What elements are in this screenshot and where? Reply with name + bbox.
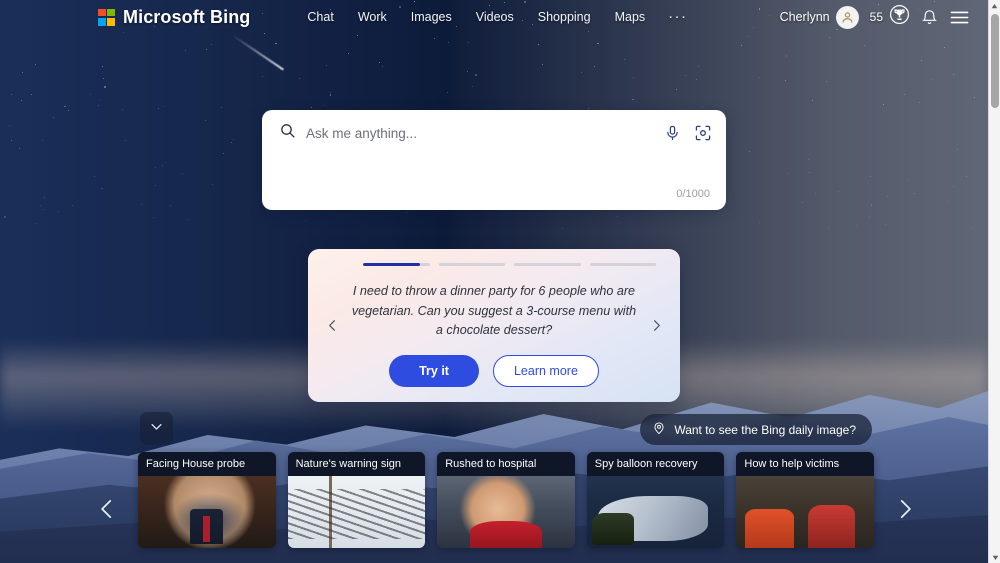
carousel-next-button[interactable] — [644, 314, 668, 338]
bing-logo-link[interactable]: Microsoft Bing — [98, 7, 250, 28]
news-card-thumbnail — [437, 476, 575, 548]
nav-item-chat[interactable]: Chat — [306, 7, 334, 27]
notifications-button[interactable] — [921, 9, 938, 26]
news-card-title: Spy balloon recovery — [586, 452, 725, 476]
carousel-prev-button[interactable] — [320, 314, 344, 338]
main-navigation: Chat Work Images Videos Shopping Maps ··… — [306, 7, 687, 27]
progress-segment-1[interactable] — [363, 263, 430, 266]
nav-item-images[interactable]: Images — [410, 7, 453, 27]
news-card-title: How to help victims — [736, 452, 874, 476]
try-it-button[interactable]: Try it — [389, 354, 479, 387]
news-card[interactable]: Rushed to hospital — [437, 452, 575, 548]
account-name: Cherlynn — [779, 10, 830, 24]
suggestion-carousel: I need to throw a dinner party for 6 peo… — [308, 249, 680, 402]
news-card[interactable]: How to help victims — [736, 452, 874, 548]
news-carousel: Facing House probe Nature's warning sign… — [138, 452, 874, 548]
nav-item-shopping[interactable]: Shopping — [537, 7, 592, 27]
scroll-up-arrow-icon[interactable] — [989, 0, 1000, 12]
search-icon — [279, 122, 296, 144]
progress-segment-3[interactable] — [514, 263, 581, 266]
chevron-down-icon — [149, 419, 164, 439]
news-card-title: Rushed to hospital — [437, 452, 575, 476]
nav-item-videos[interactable]: Videos — [475, 7, 515, 27]
trophy-icon — [889, 4, 910, 30]
daily-image-button[interactable]: Want to see the Bing daily image? — [640, 414, 872, 445]
nav-item-maps[interactable]: Maps — [614, 7, 647, 27]
news-card-thumbnail — [287, 476, 426, 548]
suggestion-buttons: Try it Learn more — [308, 354, 680, 387]
news-card-title: Nature's warning sign — [287, 452, 426, 476]
scroll-down-arrow-icon[interactable] — [989, 551, 1000, 563]
brand-title: Microsoft Bing — [123, 6, 251, 27]
location-pin-icon — [652, 421, 666, 438]
nav-item-work[interactable]: Work — [357, 7, 388, 27]
news-next-button[interactable] — [888, 492, 922, 526]
news-card-thumbnail — [586, 476, 725, 548]
microsoft-logo-icon — [98, 8, 115, 26]
scrollbar-thumb[interactable] — [991, 14, 999, 108]
daily-image-label: Want to see the Bing daily image? — [674, 422, 856, 437]
news-card-title: Facing House probe — [138, 452, 276, 476]
visual-search-icon[interactable] — [694, 124, 712, 142]
search-input[interactable] — [306, 125, 664, 141]
search-action-icons — [664, 124, 712, 142]
progress-segment-4[interactable] — [589, 263, 656, 266]
search-box: 0/1000 — [262, 110, 726, 210]
vertical-scrollbar[interactable] — [988, 0, 1000, 563]
rewards-points: 55 — [869, 10, 883, 24]
news-card[interactable]: Nature's warning sign — [287, 452, 426, 548]
news-card-thumbnail — [138, 476, 276, 548]
hamburger-menu-icon[interactable] — [949, 9, 970, 26]
character-counter: 0/1000 — [676, 188, 710, 200]
search-row — [263, 111, 725, 155]
progress-segment-2[interactable] — [438, 263, 505, 266]
learn-more-button[interactable]: Learn more — [492, 354, 599, 387]
carousel-progress — [363, 263, 656, 266]
suggestion-prompt-text: I need to throw a dinner party for 6 peo… — [351, 284, 637, 338]
account-button[interactable]: Cherlynn — [779, 5, 859, 29]
site-header: Microsoft Bing Chat Work Images Videos S… — [0, 0, 988, 34]
header-actions: Cherlynn 55 — [780, 4, 970, 30]
user-avatar-icon — [835, 5, 859, 29]
nav-more-icon[interactable]: ··· — [668, 9, 687, 24]
news-card[interactable]: Spy balloon recovery — [586, 452, 725, 548]
news-card-thumbnail — [736, 476, 874, 548]
news-card[interactable]: Facing House probe — [138, 452, 276, 548]
news-prev-button[interactable] — [90, 492, 124, 526]
bing-homepage: Microsoft Bing Chat Work Images Videos S… — [0, 0, 1000, 563]
collapse-feed-button[interactable] — [140, 412, 173, 445]
microphone-icon[interactable] — [664, 124, 681, 142]
rewards-button[interactable]: 55 — [870, 4, 910, 30]
